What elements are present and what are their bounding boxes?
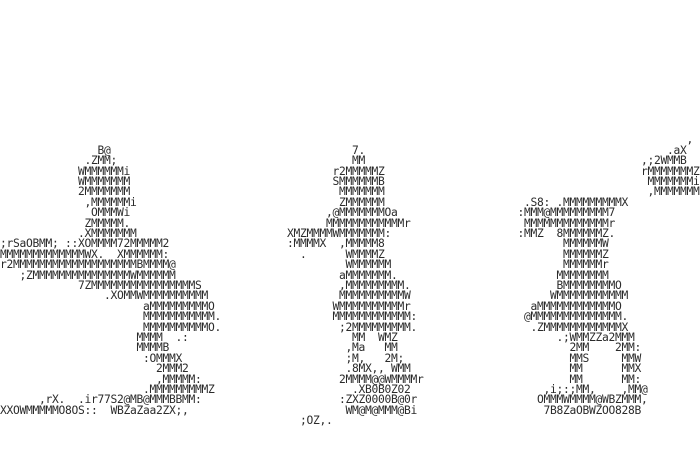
ascii-figure-right: , .aX ,;2WMMB rMMMMMMMZ MMMMMMMi .:;S ,M… <box>517 133 700 417</box>
ascii-art-canvas: B@ .ZMM; WMMMMMMi WMMMMMMM 2MMMMMMM ,MMM… <box>0 0 700 468</box>
ascii-figure-left: B@ .ZMM; WMMMMMMi WMMMMMMM 2MMMMMMM ,MMM… <box>0 143 222 417</box>
ascii-figure-middle: 7. MM r2MMMMMZ SMMMMMMB MMMMMMM ZMMMMMM … <box>287 143 424 428</box>
